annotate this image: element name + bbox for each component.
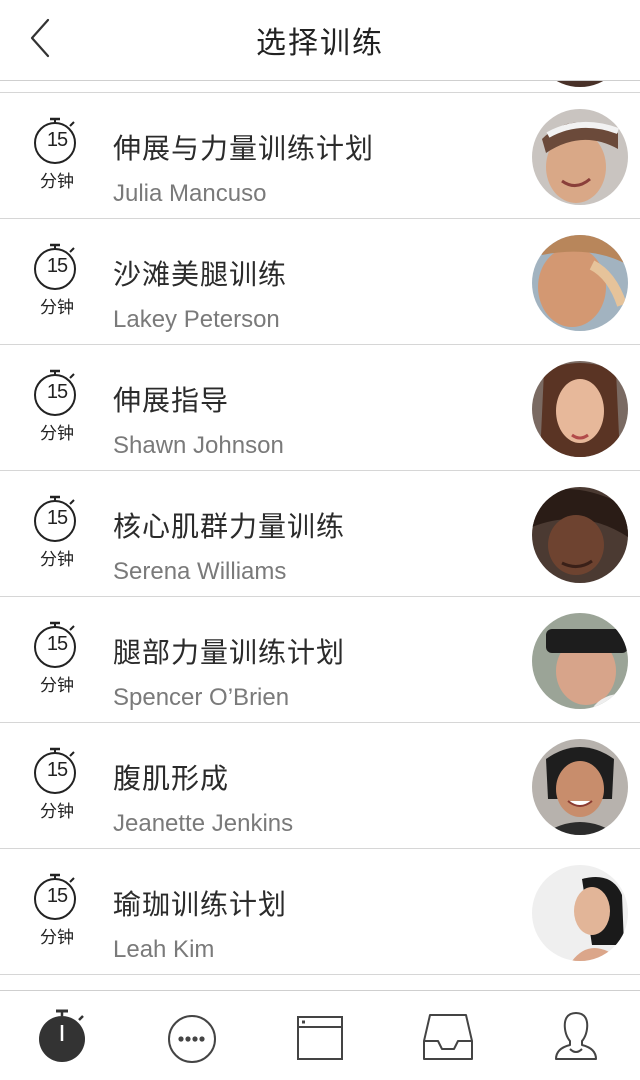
- page-title: 选择训练: [256, 26, 384, 61]
- duration-value: 15: [46, 885, 68, 907]
- workout-item-stretch-strength[interactable]: 15 分钟 伸展与力量训练计划 Julia Mancuso: [0, 93, 640, 219]
- more-dots-icon: [168, 1015, 216, 1063]
- profile-icon: [555, 1012, 597, 1060]
- duration-unit: 分钟: [40, 928, 74, 948]
- list-item-partial[interactable]: [0, 81, 640, 93]
- avatar: [532, 81, 628, 87]
- workout-item-stretch-guide[interactable]: 15 分钟 伸展指导 Shawn Johnson: [0, 345, 640, 471]
- trainer-avatar: [532, 361, 628, 457]
- duration-value: 15: [46, 129, 68, 151]
- trainer-avatar: [532, 487, 628, 583]
- tab-more[interactable]: [152, 1003, 232, 1067]
- duration-badge: 15 分钟: [30, 491, 84, 571]
- trainer-avatar: [532, 865, 628, 961]
- workout-item-abs[interactable]: 15 分钟 腹肌形成 Jeanette Jenkins: [0, 723, 640, 849]
- duration-badge: 15 分钟: [30, 365, 84, 445]
- workout-title: 伸展与力量训练计划: [113, 132, 375, 165]
- workout-item-leg-strength[interactable]: 15 分钟 腿部力量训练计划 Spencer O’Brien: [0, 597, 640, 723]
- duration-badge: 15 分钟: [30, 113, 84, 193]
- workout-title: 核心肌群力量训练: [113, 510, 346, 543]
- trainer-name: Shawn Johnson: [113, 432, 284, 459]
- stopwatch-icon: [39, 1009, 85, 1062]
- duration-badge: 15 分钟: [30, 743, 84, 823]
- trainer-name: Leah Kim: [113, 936, 215, 963]
- tab-browse[interactable]: [280, 1003, 360, 1067]
- inbox-tray-icon: [423, 1014, 473, 1060]
- workout-item-core-strength[interactable]: 15 分钟 核心肌群力量训练 Serena Williams: [0, 471, 640, 597]
- trainer-avatar: [532, 739, 628, 835]
- workout-title: 沙滩美腿训练: [113, 258, 288, 291]
- workout-title: 腹肌形成: [113, 762, 230, 795]
- duration-value: 15: [46, 381, 68, 403]
- window-icon: [297, 1016, 343, 1060]
- trainer-name: Spencer O’Brien: [113, 684, 290, 711]
- duration-value: 15: [46, 759, 68, 781]
- trainer-name: Julia Mancuso: [113, 180, 267, 207]
- duration-unit: 分钟: [40, 676, 74, 696]
- trainer-name: Lakey Peterson: [113, 306, 280, 333]
- trainer-avatar: [532, 235, 628, 331]
- workout-item-yoga[interactable]: 15 分钟 瑜珈训练计划 Leah Kim: [0, 849, 640, 975]
- duration-value: 15: [46, 633, 68, 655]
- trainer-avatar: [532, 109, 628, 205]
- duration-unit: 分钟: [40, 802, 74, 822]
- duration-badge: 15 分钟: [30, 617, 84, 697]
- trainer-name: Serena Williams: [113, 558, 287, 585]
- trainer-name: Jeanette Jenkins: [113, 810, 294, 837]
- tab-inbox[interactable]: [408, 1003, 488, 1067]
- tab-profile[interactable]: [536, 1003, 616, 1067]
- workout-item-beach-legs[interactable]: 15 分钟 沙滩美腿训练 Lakey Peterson: [0, 219, 640, 345]
- bottom-tab-bar: [0, 990, 640, 1080]
- trainer-avatar: [532, 613, 628, 709]
- workout-title: 瑜珈训练计划: [113, 888, 288, 921]
- duration-unit: 分钟: [40, 424, 74, 444]
- duration-badge: 15 分钟: [30, 239, 84, 319]
- duration-badge: 15 分钟: [30, 869, 84, 949]
- duration-unit: 分钟: [40, 172, 74, 192]
- tab-workouts[interactable]: [24, 1003, 104, 1067]
- workout-list[interactable]: 15 分钟 伸展与力量训练计划 Julia Mancuso 15 分钟 沙滩美腿…: [0, 81, 640, 975]
- duration-value: 15: [46, 255, 68, 277]
- duration-unit: 分钟: [40, 298, 74, 318]
- workout-title: 腿部力量训练计划: [113, 636, 346, 669]
- nav-header: 选择训练: [0, 0, 640, 81]
- duration-value: 15: [46, 507, 68, 529]
- workout-title: 伸展指导: [113, 384, 230, 417]
- duration-unit: 分钟: [40, 550, 74, 570]
